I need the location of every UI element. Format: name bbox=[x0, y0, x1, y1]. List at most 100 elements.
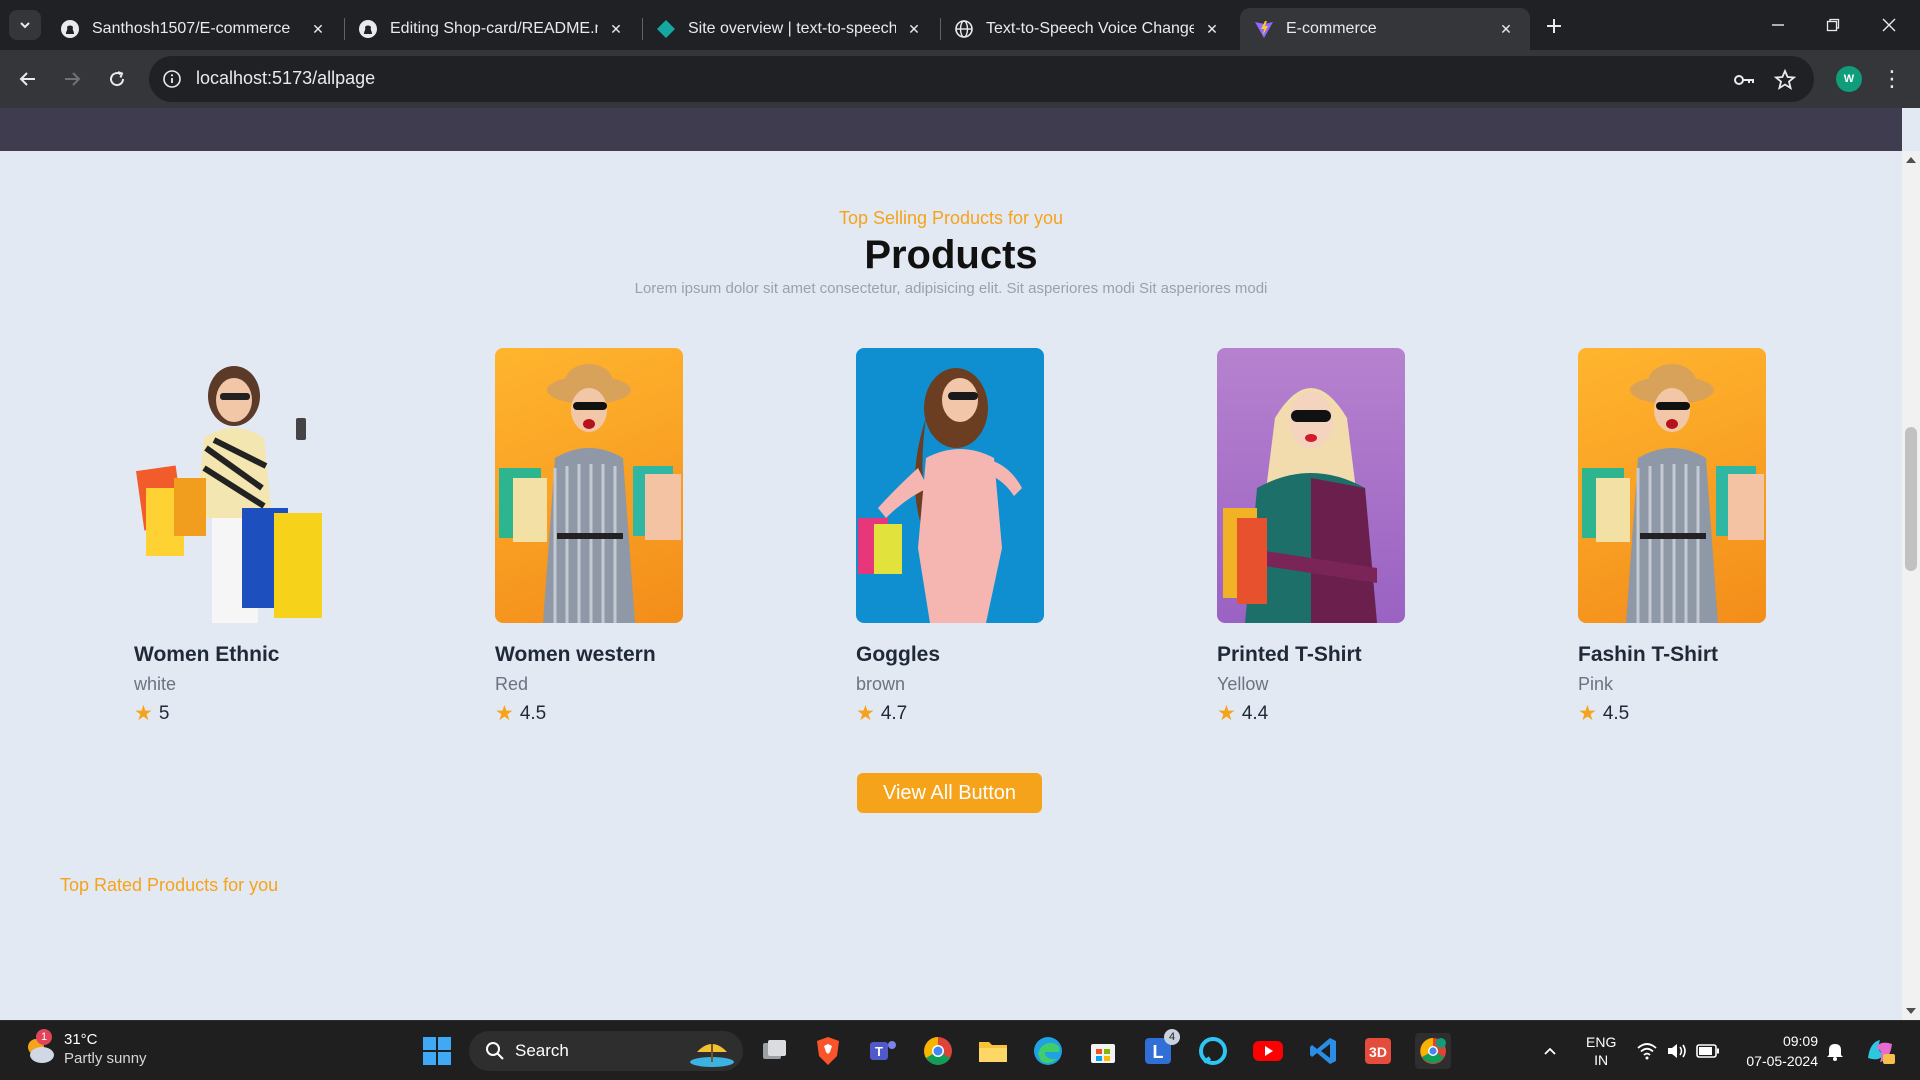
product-rating: ★ 4.7 bbox=[856, 701, 1056, 726]
language-indicator[interactable]: ENG IN bbox=[1586, 1021, 1616, 1080]
password-key-icon[interactable] bbox=[1732, 68, 1756, 92]
microsoft-store-icon[interactable] bbox=[1085, 1033, 1121, 1069]
svg-text:L: L bbox=[1153, 1042, 1164, 1062]
product-name[interactable]: Women western bbox=[495, 643, 695, 667]
youtube-icon[interactable] bbox=[1250, 1033, 1286, 1069]
tab-github-readme[interactable]: Editing Shop-card/README.md ✕ bbox=[344, 8, 640, 50]
search-icon bbox=[486, 1042, 504, 1060]
wifi-icon[interactable] bbox=[1636, 1021, 1658, 1080]
close-icon bbox=[1882, 18, 1896, 32]
star-icon: ★ bbox=[134, 702, 153, 725]
product-image[interactable] bbox=[134, 348, 322, 623]
weather-temperature: 31°C bbox=[64, 1031, 98, 1048]
tab-title: E-commerce bbox=[1286, 20, 1377, 37]
notification-badge: 4 bbox=[1164, 1029, 1180, 1045]
reload-button[interactable] bbox=[101, 63, 133, 95]
system-clock[interactable]: 09:09 07-05-2024 bbox=[1738, 1031, 1818, 1071]
rating-value: 4.7 bbox=[880, 702, 908, 724]
address-bar[interactable]: localhost:5173/allpage bbox=[149, 56, 1814, 102]
profile-avatar[interactable]: W bbox=[1836, 66, 1862, 92]
product-image[interactable] bbox=[856, 348, 1044, 623]
product-name[interactable]: Women Ethnic bbox=[134, 643, 334, 667]
view-all-button[interactable]: View All Button bbox=[857, 773, 1042, 813]
tab-netlify-site-overview[interactable]: Site overview | text-to-speech- ✕ bbox=[642, 8, 938, 50]
product-color: brown bbox=[856, 674, 906, 694]
l-app-icon[interactable]: L 4 bbox=[1140, 1029, 1180, 1069]
page-scrollbar[interactable] bbox=[1902, 151, 1920, 1020]
site-info-icon[interactable] bbox=[161, 68, 183, 90]
bookmark-star-icon[interactable] bbox=[1773, 68, 1797, 92]
close-window-button[interactable] bbox=[1864, 8, 1914, 42]
tab-title: Santhosh1507/E-commerce bbox=[92, 20, 291, 37]
weather-widget[interactable]: 1 31°C Partly sunny bbox=[22, 1029, 147, 1069]
scroll-down-arrow-icon[interactable] bbox=[1906, 1008, 1916, 1014]
close-icon[interactable]: ✕ bbox=[606, 19, 626, 39]
product-color: Yellow bbox=[1217, 674, 1269, 694]
star-icon: ★ bbox=[856, 702, 875, 725]
close-icon[interactable]: ✕ bbox=[1202, 19, 1222, 39]
netlify-icon bbox=[656, 19, 676, 39]
page-title: Products bbox=[864, 233, 1038, 277]
product-name[interactable]: Fashin T-Shirt bbox=[1578, 643, 1778, 667]
edge-icon[interactable] bbox=[1030, 1033, 1066, 1069]
copilot-icon[interactable] bbox=[1864, 1021, 1896, 1080]
restore-button[interactable] bbox=[1808, 8, 1858, 42]
volume-icon[interactable] bbox=[1666, 1021, 1688, 1080]
scrollbar-thumb[interactable] bbox=[1905, 427, 1917, 571]
new-tab-button[interactable] bbox=[1540, 12, 1568, 40]
plus-icon bbox=[1547, 19, 1561, 33]
product-card[interactable]: Goggles brown ★ 4.7 bbox=[856, 348, 1056, 726]
minimize-button[interactable] bbox=[1753, 8, 1803, 42]
clock-date: 07-05-2024 bbox=[1746, 1053, 1818, 1069]
tab-text-to-speech[interactable]: Text-to-Speech Voice Changer ✕ bbox=[940, 8, 1236, 50]
language-region: IN bbox=[1594, 1052, 1609, 1068]
product-card[interactable]: Printed T-Shirt Yellow ★ 4.4 bbox=[1217, 348, 1417, 726]
product-name[interactable]: Printed T-Shirt bbox=[1217, 643, 1417, 667]
top-rated-heading: Top Rated Products for you bbox=[60, 875, 279, 895]
github-icon bbox=[358, 19, 378, 39]
forward-button[interactable] bbox=[56, 63, 88, 95]
chevron-down-icon bbox=[20, 22, 30, 29]
windows-start-icon[interactable] bbox=[419, 1033, 455, 1069]
back-button[interactable] bbox=[12, 63, 44, 95]
product-card[interactable]: Fashin T-Shirt Pink ★ 4.5 bbox=[1578, 348, 1778, 726]
close-icon[interactable]: ✕ bbox=[904, 19, 924, 39]
products-section-header: Top Selling Products for you Products Lo… bbox=[0, 208, 1902, 297]
notification-bell-icon[interactable] bbox=[1826, 1021, 1844, 1080]
close-icon[interactable]: ✕ bbox=[1496, 19, 1516, 39]
product-color: Red bbox=[495, 674, 529, 694]
scroll-up-arrow-icon[interactable] bbox=[1906, 157, 1916, 163]
rating-value: 5 bbox=[158, 702, 170, 724]
svg-text:3D: 3D bbox=[1369, 1044, 1387, 1060]
browser-menu-icon[interactable]: ⋮ bbox=[1880, 64, 1904, 94]
alexa-icon[interactable] bbox=[1195, 1033, 1231, 1069]
product-card[interactable]: Women western Red ★ 4.5 bbox=[495, 348, 695, 726]
rating-value: 4.4 bbox=[1241, 702, 1269, 724]
close-icon[interactable]: ✕ bbox=[308, 19, 328, 39]
tab-search-button[interactable] bbox=[9, 10, 41, 40]
file-explorer-icon[interactable] bbox=[975, 1033, 1011, 1069]
product-name[interactable]: Goggles bbox=[856, 643, 1056, 667]
brave-browser-icon[interactable] bbox=[810, 1033, 846, 1069]
product-image[interactable] bbox=[1578, 348, 1766, 623]
taskbar-search-box[interactable]: Search bbox=[469, 1031, 743, 1071]
teams-icon[interactable]: T bbox=[865, 1033, 901, 1069]
site-navbar bbox=[0, 108, 1902, 151]
chrome-icon[interactable] bbox=[920, 1033, 956, 1069]
tab-title: Editing Shop-card/README.md bbox=[390, 20, 598, 37]
task-view-icon[interactable] bbox=[756, 1033, 792, 1069]
product-image[interactable] bbox=[1217, 348, 1405, 623]
product-rating: ★ 4.4 bbox=[1217, 701, 1417, 726]
chrome-profile-icon[interactable] bbox=[1415, 1033, 1451, 1069]
product-card[interactable]: Women Ethnic white ★ 5 bbox=[134, 348, 334, 726]
product-color: Pink bbox=[1578, 674, 1614, 694]
3d-viewer-icon[interactable]: 3D bbox=[1360, 1033, 1396, 1069]
battery-icon[interactable] bbox=[1696, 1021, 1720, 1080]
section-eyebrow: Top Selling Products for you bbox=[838, 208, 1064, 228]
product-image[interactable] bbox=[495, 348, 683, 623]
search-label: Search bbox=[515, 1041, 569, 1060]
tab-github-ecommerce[interactable]: Santhosh1507/E-commerce ✕ bbox=[46, 8, 342, 50]
tab-ecommerce-active[interactable]: E-commerce ✕ bbox=[1240, 8, 1530, 50]
vscode-icon[interactable] bbox=[1305, 1033, 1341, 1069]
show-hidden-icons[interactable] bbox=[1542, 1021, 1558, 1080]
